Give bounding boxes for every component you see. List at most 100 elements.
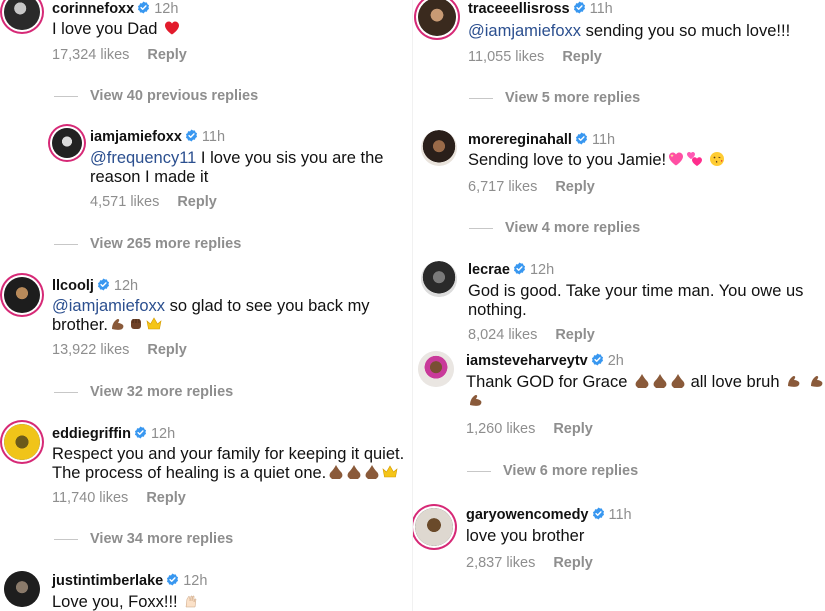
comment-username[interactable]: garyowencomedy xyxy=(466,507,589,523)
comment-timestamp: 2h xyxy=(607,353,624,369)
comment-timestamp: 12h xyxy=(150,426,176,442)
comment-timestamp: 11h xyxy=(201,129,226,145)
comment-timestamp: 11h xyxy=(608,507,632,523)
comment-body: Thank GOD for Grace xyxy=(466,373,628,391)
comment-body: Love you, Foxx!!! xyxy=(52,593,178,611)
comment-timestamp: 12h xyxy=(154,1,179,17)
comment-text: God is good. Take your time man. You owe… xyxy=(468,282,808,320)
verified-badge-icon xyxy=(591,353,604,366)
like-count[interactable]: 11,740 likes xyxy=(52,490,128,506)
separator-line xyxy=(54,538,78,540)
view-replies-label: View 34 more replies xyxy=(90,531,234,547)
folded-hands-emoji xyxy=(634,373,650,389)
comment-username[interactable]: iamsteveharveytv xyxy=(466,353,588,369)
reply-button[interactable]: Reply xyxy=(553,555,593,571)
comment-username[interactable]: traceeellisross xyxy=(468,1,570,17)
mention-link[interactable]: @iamjamiefoxx xyxy=(468,22,581,40)
like-count[interactable]: 2,837 likes xyxy=(466,555,535,571)
comment-actions: 17,324 likes Reply xyxy=(52,47,187,63)
avatar[interactable] xyxy=(421,130,457,166)
left-comment-column: corinnefoxx 12h I love you Dad 17,324 lik… xyxy=(0,0,412,611)
comment-body: God is good. Take your time man. You owe… xyxy=(468,282,804,319)
comment-text: I love you Dad xyxy=(52,20,412,39)
avatar[interactable] xyxy=(52,128,82,158)
comment-body: I love you Dad xyxy=(52,20,158,38)
like-count[interactable]: 1,260 likes xyxy=(466,421,535,437)
comment-text: @frequency11 I love you sis you are the … xyxy=(90,149,408,187)
like-count[interactable]: 6,717 likes xyxy=(468,179,537,195)
like-count[interactable]: 4,571 likes xyxy=(90,194,159,210)
comment-actions: 11,055 likes Reply xyxy=(468,49,602,65)
flexed-biceps-emoji xyxy=(110,316,126,332)
view-replies-link[interactable]: View 40 previous replies xyxy=(54,88,258,104)
mention-link[interactable]: @frequency11 xyxy=(90,149,196,167)
separator-line xyxy=(54,391,78,393)
comment-item: iamsteveharveytv 2h Thank GOD for Grace a… xyxy=(418,351,825,441)
reply-button[interactable]: Reply xyxy=(147,47,187,63)
folded-hands-emoji xyxy=(670,373,686,389)
mention-link[interactable]: @iamjamiefoxx xyxy=(52,297,165,315)
comment-actions: 4,571 likes Reply xyxy=(90,194,217,210)
comment-username[interactable]: corinnefoxx xyxy=(52,1,134,17)
like-count[interactable]: 17,324 likes xyxy=(52,47,129,63)
reply-button[interactable]: Reply xyxy=(147,342,187,358)
sparkling-heart-emoji xyxy=(668,151,684,167)
verified-badge-icon xyxy=(573,1,586,14)
comment-item: justintimberlake 12h Love you, Foxx!!! xyxy=(4,571,409,611)
reply-button[interactable]: Reply xyxy=(553,421,593,437)
separator-line xyxy=(469,97,493,99)
comment-username[interactable]: iamjamiefoxx xyxy=(90,129,182,145)
comment-item: traceeellisross 11h @iamjamiefoxx sending… xyxy=(418,0,823,70)
separator-line xyxy=(467,470,491,472)
comment-item: morereginahall 11h Sending love to you Ja… xyxy=(421,130,823,200)
comment-text: Respect you and your family for keeping … xyxy=(52,445,412,483)
comment-actions: 13,922 likes Reply xyxy=(52,342,187,358)
view-replies-label: View 4 more replies xyxy=(505,220,641,236)
view-replies-label: View 5 more replies xyxy=(505,90,641,106)
comment-text: Love you, Foxx!!! xyxy=(52,593,412,611)
comment-body: Sending love to you Jamie! xyxy=(468,151,667,169)
avatar[interactable] xyxy=(415,508,453,546)
avatar[interactable] xyxy=(421,261,457,297)
comment-actions: 6,717 likes Reply xyxy=(468,179,595,195)
comment-username[interactable]: llcoolj xyxy=(52,278,94,294)
like-count[interactable]: 11,055 likes xyxy=(468,49,544,65)
separator-line xyxy=(54,95,78,97)
avatar[interactable] xyxy=(4,424,40,460)
verified-badge-icon xyxy=(137,1,150,14)
comment-body: sending you so much love!!! xyxy=(581,22,791,40)
avatar[interactable] xyxy=(4,0,40,30)
view-replies-link[interactable]: View 265 more replies xyxy=(54,236,241,252)
avatar[interactable] xyxy=(4,571,40,607)
view-replies-link[interactable]: View 4 more replies xyxy=(469,220,640,236)
comment-username[interactable]: justintimberlake xyxy=(52,573,163,589)
avatar[interactable] xyxy=(418,0,456,36)
comment-text: Sending love to you Jamie! xyxy=(468,151,825,170)
folded-hands-emoji xyxy=(328,464,344,480)
reply-button[interactable]: Reply xyxy=(146,490,186,506)
avatar[interactable] xyxy=(418,351,454,387)
reply-button[interactable]: Reply xyxy=(555,327,595,343)
reply-button[interactable]: Reply xyxy=(562,49,602,65)
reply-button[interactable]: Reply xyxy=(177,194,217,210)
like-count[interactable]: 8,024 likes xyxy=(468,327,537,343)
comment-username[interactable]: eddiegriffin xyxy=(52,426,131,442)
verified-badge-icon xyxy=(97,278,110,291)
reply-button[interactable]: Reply xyxy=(555,179,595,195)
comment-item: llcoolj 12h @iamjamiefoxx so glad to see … xyxy=(4,277,409,361)
view-replies-label: View 32 more replies xyxy=(90,384,234,400)
comment-username[interactable]: lecrae xyxy=(468,262,510,278)
comment-text: love you brother xyxy=(466,527,825,546)
two-hearts-emoji xyxy=(686,151,702,167)
view-replies-link[interactable]: View 5 more replies xyxy=(469,90,640,106)
folded-hands-emoji xyxy=(346,464,362,480)
view-replies-link[interactable]: View 32 more replies xyxy=(54,384,233,400)
view-replies-link[interactable]: View 6 more replies xyxy=(467,463,638,479)
avatar[interactable] xyxy=(4,277,40,313)
comment-actions: 2,837 likes Reply xyxy=(466,555,593,571)
comment-username[interactable]: morereginahall xyxy=(468,132,572,148)
verified-badge-icon xyxy=(166,573,179,586)
view-replies-link[interactable]: View 34 more replies xyxy=(54,531,233,547)
like-count[interactable]: 13,922 likes xyxy=(52,342,129,358)
view-replies-label: View 6 more replies xyxy=(503,463,639,479)
